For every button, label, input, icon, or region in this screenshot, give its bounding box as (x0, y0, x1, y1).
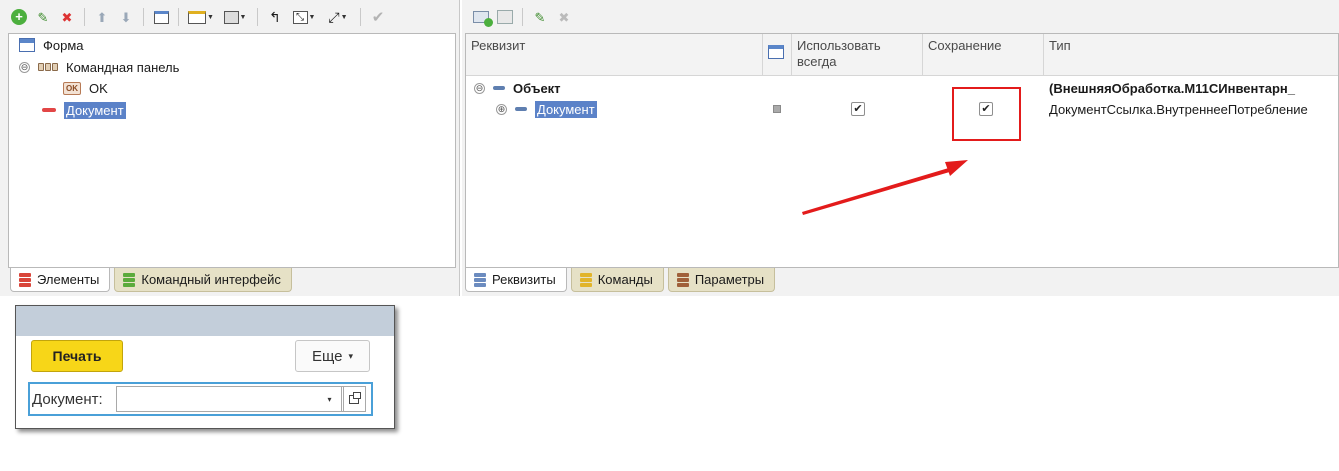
tab-commands[interactable]: Команды (570, 268, 664, 292)
table-row[interactable]: ⊕ Документ ✔ ✔ ДокументСсылка.Внутреннее… (466, 98, 1338, 120)
toolbar-separator (143, 8, 144, 26)
table-row[interactable]: ⊖ Объект (ВнешняяОбработка.М11СИнвентарн… (466, 77, 1338, 99)
requisites-pane: ✎ ✖ Реквизит Использовать всегда Сохране… (462, 0, 1339, 296)
row-name: Документ (535, 100, 597, 118)
tab-label: Элементы (37, 272, 100, 287)
chevron-down-icon: ▾ (348, 350, 354, 361)
tab-label: Параметры (694, 272, 765, 287)
more-button[interactable]: Еще ▾ (295, 340, 370, 372)
tree-item-command-panel[interactable]: ⊖ Командная панель (19, 57, 179, 77)
form-layout-icon[interactable] (150, 6, 172, 28)
add-requisite-icon[interactable] (470, 6, 493, 28)
move-up-icon[interactable]: ⬆ (91, 6, 113, 28)
command-panel-icon (38, 63, 58, 71)
check-icon[interactable]: ✔ (367, 6, 389, 28)
tab-command-interface[interactable]: Командный интерфейс (114, 268, 292, 292)
add-icon[interactable]: + (8, 6, 30, 28)
window-icon[interactable]: ▼ (185, 6, 217, 28)
row-type: ДокументСсылка.ВнутреннееПотребление (1049, 101, 1308, 117)
document-field-group: Документ: ▾ (28, 382, 373, 416)
dropdown-icon[interactable]: ▾ (318, 386, 342, 412)
elements-pane: + ✎ ✖ ⬆ ⬇ ▼ ▼ ↰ ⤡ ▼ ⤢ ▼ ✔ Форма ⊖ Команд… (0, 0, 460, 296)
requisites-toolbar: ✎ ✖ (470, 4, 575, 30)
toolbar-separator (84, 8, 85, 26)
tab-parameters[interactable]: Параметры (667, 268, 776, 292)
row-type: (ВнешняяОбработка.М11СИнвентарн_ (1049, 80, 1296, 96)
ok-button-icon: OK (63, 81, 81, 95)
move-down-icon[interactable]: ⬇ (115, 6, 137, 28)
toolbar-separator (522, 8, 523, 26)
edit-icon[interactable]: ✎ (32, 6, 54, 28)
toolbar-separator (178, 8, 179, 26)
grid-header: Реквизит Использовать всегда Сохранение … (466, 34, 1338, 76)
elements-toolbar: + ✎ ✖ ⬆ ⬇ ▼ ▼ ↰ ⤡ ▼ ⤢ ▼ ✔ (8, 4, 389, 30)
document-field-label: Документ: (32, 391, 103, 408)
group-icon[interactable]: ▼ (219, 6, 251, 28)
flag-icon (773, 105, 781, 113)
delete-icon[interactable]: ✖ (56, 6, 78, 28)
collapse-icon[interactable]: ⊖ (474, 82, 485, 94)
form-icon (19, 38, 35, 52)
expand-icon[interactable]: ⊕ (496, 103, 507, 115)
row-flag (773, 98, 781, 120)
preview-title-bar (16, 306, 394, 336)
delete-icon[interactable]: ✖ (553, 6, 575, 28)
wrap-icon[interactable]: ↰ (264, 6, 286, 28)
edit-icon[interactable]: ✎ (529, 6, 551, 28)
toolbar-separator (257, 8, 258, 26)
requisites-tabs: Реквизиты Команды Параметры (465, 268, 776, 293)
toolbar-separator (360, 8, 361, 26)
command-interface-tab-icon (123, 272, 136, 287)
header-type[interactable]: Тип (1044, 34, 1338, 76)
table-icon (768, 45, 784, 59)
row-tree: ⊖ Объект (474, 77, 561, 99)
requisites-tab-icon (474, 272, 486, 287)
tree-item-form[interactable]: Форма (19, 35, 84, 55)
parameters-tab-icon (676, 272, 689, 287)
tree-item-ok[interactable]: OK OK (63, 78, 108, 98)
object-icon (493, 86, 505, 90)
tab-requisites[interactable]: Реквизиты (465, 268, 567, 292)
form-preview: Печать Еще ▾ Документ: ▾ (15, 305, 395, 429)
elements-tabs: Элементы Командный интерфейс (10, 268, 292, 293)
elements-tree: Форма ⊖ Командная панель OK OK Документ (8, 33, 456, 268)
tree-item-label: Документ (64, 101, 126, 119)
tab-label: Реквизиты (492, 272, 556, 287)
tab-label: Команды (597, 272, 653, 287)
tree-item-label: OK (89, 80, 108, 96)
tab-elements[interactable]: Элементы (10, 268, 111, 292)
collapse-icon[interactable]: ⊖ (19, 61, 30, 73)
header-always-use[interactable]: Использовать всегда (792, 34, 923, 76)
elements-tab-icon (19, 272, 31, 287)
document-input[interactable] (116, 386, 344, 412)
highlight-box (952, 87, 1021, 141)
add-subrequisite-icon[interactable] (494, 6, 516, 28)
row-tree: ⊕ Документ (496, 98, 597, 120)
tab-label: Командный интерфейс (141, 272, 281, 287)
attribute-icon (515, 107, 527, 111)
tree-item-label: Форма (43, 37, 84, 53)
tree-item-document[interactable]: Документ (42, 100, 126, 120)
print-button[interactable]: Печать (31, 340, 123, 372)
row-name: Объект (513, 80, 561, 96)
more-label: Еще (311, 347, 343, 365)
resize-icon[interactable]: ⤡ ▼ (288, 6, 320, 28)
header-save[interactable]: Сохранение (923, 34, 1044, 76)
header-requisite[interactable]: Реквизит (466, 34, 763, 76)
field-red-icon (42, 108, 56, 112)
header-icon-column[interactable] (763, 34, 792, 76)
commands-tab-icon (579, 272, 592, 287)
stretch-icon[interactable]: ⤢ ▼ (322, 6, 354, 28)
always-use-checkbox[interactable]: ✔ (851, 102, 865, 116)
requisites-grid: Реквизит Использовать всегда Сохранение … (465, 33, 1339, 268)
always-use-cell: ✔ (851, 98, 865, 120)
tree-item-label: Командная панель (66, 59, 180, 75)
open-icon[interactable] (342, 386, 366, 412)
